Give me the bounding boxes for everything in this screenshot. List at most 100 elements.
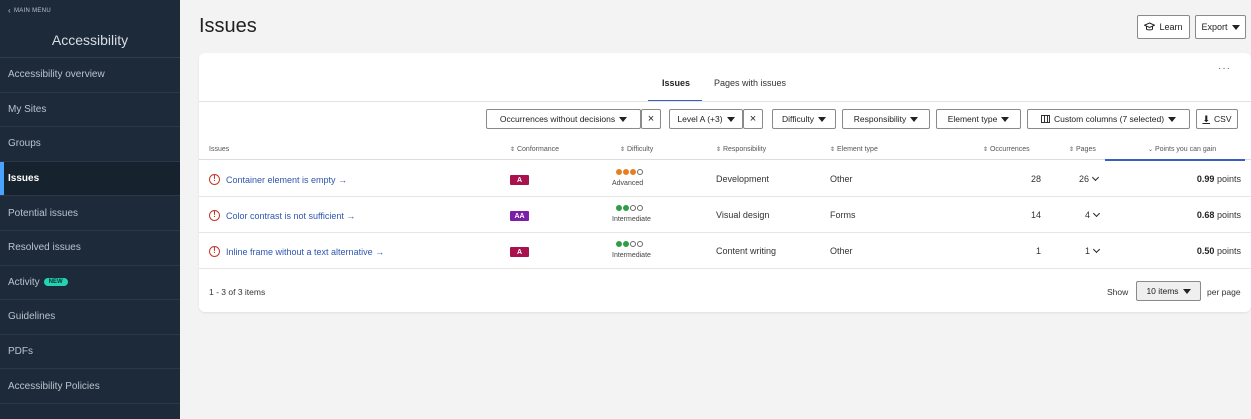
clear-occurrences-filter-button[interactable]: × [641,109,661,129]
show-label: Show [1107,287,1129,297]
difficulty-filter-label: Difficulty [782,114,814,124]
table-footer: 1 - 3 of 3 items Show 10 items per page [199,274,1251,310]
sidebar-item-issues[interactable]: Issues [0,161,180,197]
sidebar-item-label: Groups [8,138,41,150]
table-row: ! Inline frame without a text alternativ… [199,233,1251,269]
difficulty-label: Intermediate [612,216,651,223]
column-header-element-type[interactable]: ⇕ Element type [830,146,878,153]
sidebar-item-label: Activity [8,276,40,288]
sidebar-item-accessibility-overview[interactable]: Accessibility overview [0,58,180,93]
difficulty-dots [616,169,643,175]
sidebar-item-guidelines[interactable]: Guidelines [0,300,180,335]
caret-down-icon [1168,116,1177,122]
caret-down-icon [1001,116,1010,122]
occurrences-filter[interactable]: Occurrences without decisions [486,109,641,129]
difficulty-dots [616,205,643,211]
tabs-divider [199,101,1251,102]
sidebar-item-resolved-issues[interactable]: Resolved issues [0,231,180,266]
export-button[interactable]: Export [1195,15,1246,39]
clear-level-filter-button[interactable]: × [743,109,763,129]
column-header-label: Element type [836,146,878,153]
issue-link[interactable]: ! Container element is empty → [209,174,347,185]
points-number: 0.99 [1196,174,1215,184]
responsibility-filter-label: Responsibility [853,114,907,124]
table-header: Issues ⇕ Conformance ⇕ Difficulty ⇕ Resp… [199,140,1251,161]
pages-dropdown[interactable]: 26 [1079,173,1100,184]
column-header-points[interactable]: ⌄ Points you can gain [1148,146,1216,153]
occurrences-filter-label: Occurrences without decisions [499,114,616,124]
points-number: 0.50 [1196,246,1215,256]
column-header-conformance[interactable]: ⇕ Conformance [510,146,559,153]
responsibility-value: Content writing [716,246,777,256]
export-label: Export [1201,22,1228,32]
close-icon: × [647,113,655,125]
csv-download-button[interactable]: ⬇ CSV [1196,109,1238,129]
column-header-responsibility[interactable]: ⇕ Responsibility [716,146,766,153]
sidebar-items: Accessibility overview My Sites Groups I… [0,58,180,404]
new-badge: NEW [43,278,68,287]
caret-down-icon [1231,24,1240,30]
column-header-difficulty[interactable]: ⇕ Difficulty [620,146,653,153]
custom-columns-label: Custom columns (7 selected) [1053,114,1165,124]
difficulty-dots [616,241,643,247]
sidebar-item-potential-issues[interactable]: Potential issues [0,196,180,231]
chevron-down-icon [1092,209,1101,218]
warning-icon: ! [209,246,220,257]
column-header-occurrences[interactable]: ⇕ Occurrences [983,146,1030,153]
main-menu-link[interactable]: ‹ MAIN MENU [8,7,52,15]
difficulty-dot [637,241,643,247]
sort-icon: ⇕ [1069,147,1075,153]
sidebar-item-activity[interactable]: Activity NEW [0,266,180,301]
issue-link[interactable]: ! Inline frame without a text alternativ… [209,246,384,257]
conformance-badge: A [510,175,529,185]
difficulty-dot [623,169,629,175]
column-header-pages[interactable]: ⇕ Pages [1069,146,1096,153]
columns-icon [1040,115,1050,123]
element-type-filter[interactable]: Element type [936,109,1021,129]
tab-pages-with-issues[interactable]: Pages with issues [714,78,786,88]
warning-icon: ! [209,210,220,221]
items-per-page-value: 10 items [1146,286,1179,296]
main-menu-label: MAIN MENU [13,8,52,14]
points-value: 0.50 points [1139,246,1241,256]
sidebar: ‹ MAIN MENU Accessibility Accessibility … [0,0,180,419]
caret-down-icon [1182,288,1191,294]
points-number: 0.68 [1196,210,1215,220]
points-unit: points [1216,246,1241,256]
sidebar-item-my-sites[interactable]: My Sites [0,93,180,128]
difficulty-dot [630,241,636,247]
sidebar-item-accessibility-policies[interactable]: Accessibility Policies [0,369,180,404]
sort-down-icon: ⌄ [1148,147,1154,153]
difficulty-dot [630,205,636,211]
sidebar-item-label: Resolved issues [8,242,81,254]
chevron-down-icon [1092,245,1101,254]
caret-down-icon [726,116,735,122]
level-filter[interactable]: Level A (+3) [669,109,743,129]
tab-issues[interactable]: Issues [662,78,690,88]
items-per-page-select[interactable]: 10 items [1136,281,1201,301]
tabs: Issues Pages with issues [199,73,1251,102]
column-header-label: Occurrences [989,146,1030,153]
responsibility-value: Visual design [716,210,770,220]
difficulty-filter[interactable]: Difficulty [772,109,836,129]
difficulty-dot [637,169,643,175]
points-unit: points [1216,174,1241,184]
issue-link[interactable]: ! Color contrast is not sufficient → [209,210,355,221]
sidebar-item-pdfs[interactable]: PDFs [0,335,180,370]
sidebar-item-groups[interactable]: Groups [0,127,180,162]
element-type-value: Other [830,174,853,184]
column-header-label: Conformance [516,146,560,153]
difficulty-dot [616,241,622,247]
chevron-down-icon [1091,173,1100,182]
pages-dropdown[interactable]: 1 [1085,245,1101,256]
points-value: 0.99 points [1139,174,1241,184]
sort-icon: ⇕ [510,147,516,153]
level-filter-label: Level A (+3) [677,114,723,124]
issue-title: Container element is empty → [226,174,348,185]
pages-dropdown[interactable]: 4 [1085,209,1101,220]
learn-button[interactable]: Learn [1137,15,1190,39]
pages-value: 1 [1085,246,1091,256]
custom-columns-button[interactable]: Custom columns (7 selected) [1027,109,1190,129]
responsibility-filter[interactable]: Responsibility [842,109,930,129]
responsibility-value: Development [716,174,770,184]
